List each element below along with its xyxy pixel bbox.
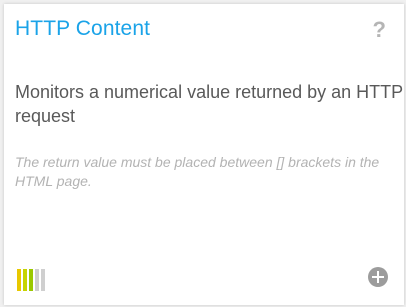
level-bar — [41, 269, 45, 291]
help-icon[interactable]: ? — [373, 17, 386, 43]
card-title: HTTP Content — [15, 17, 151, 40]
card-description: Monitors a numerical value returned by a… — [15, 82, 403, 126]
level-bar — [29, 269, 33, 291]
level-indicator — [17, 269, 45, 291]
level-bar — [17, 269, 21, 291]
level-bar — [23, 269, 27, 291]
plus-circle-icon[interactable] — [368, 267, 388, 287]
sensor-card[interactable]: HTTP Content ? Monitors a numerical valu… — [4, 4, 404, 305]
card-note: The return value must be placed between … — [15, 154, 380, 189]
level-bar — [35, 269, 39, 291]
